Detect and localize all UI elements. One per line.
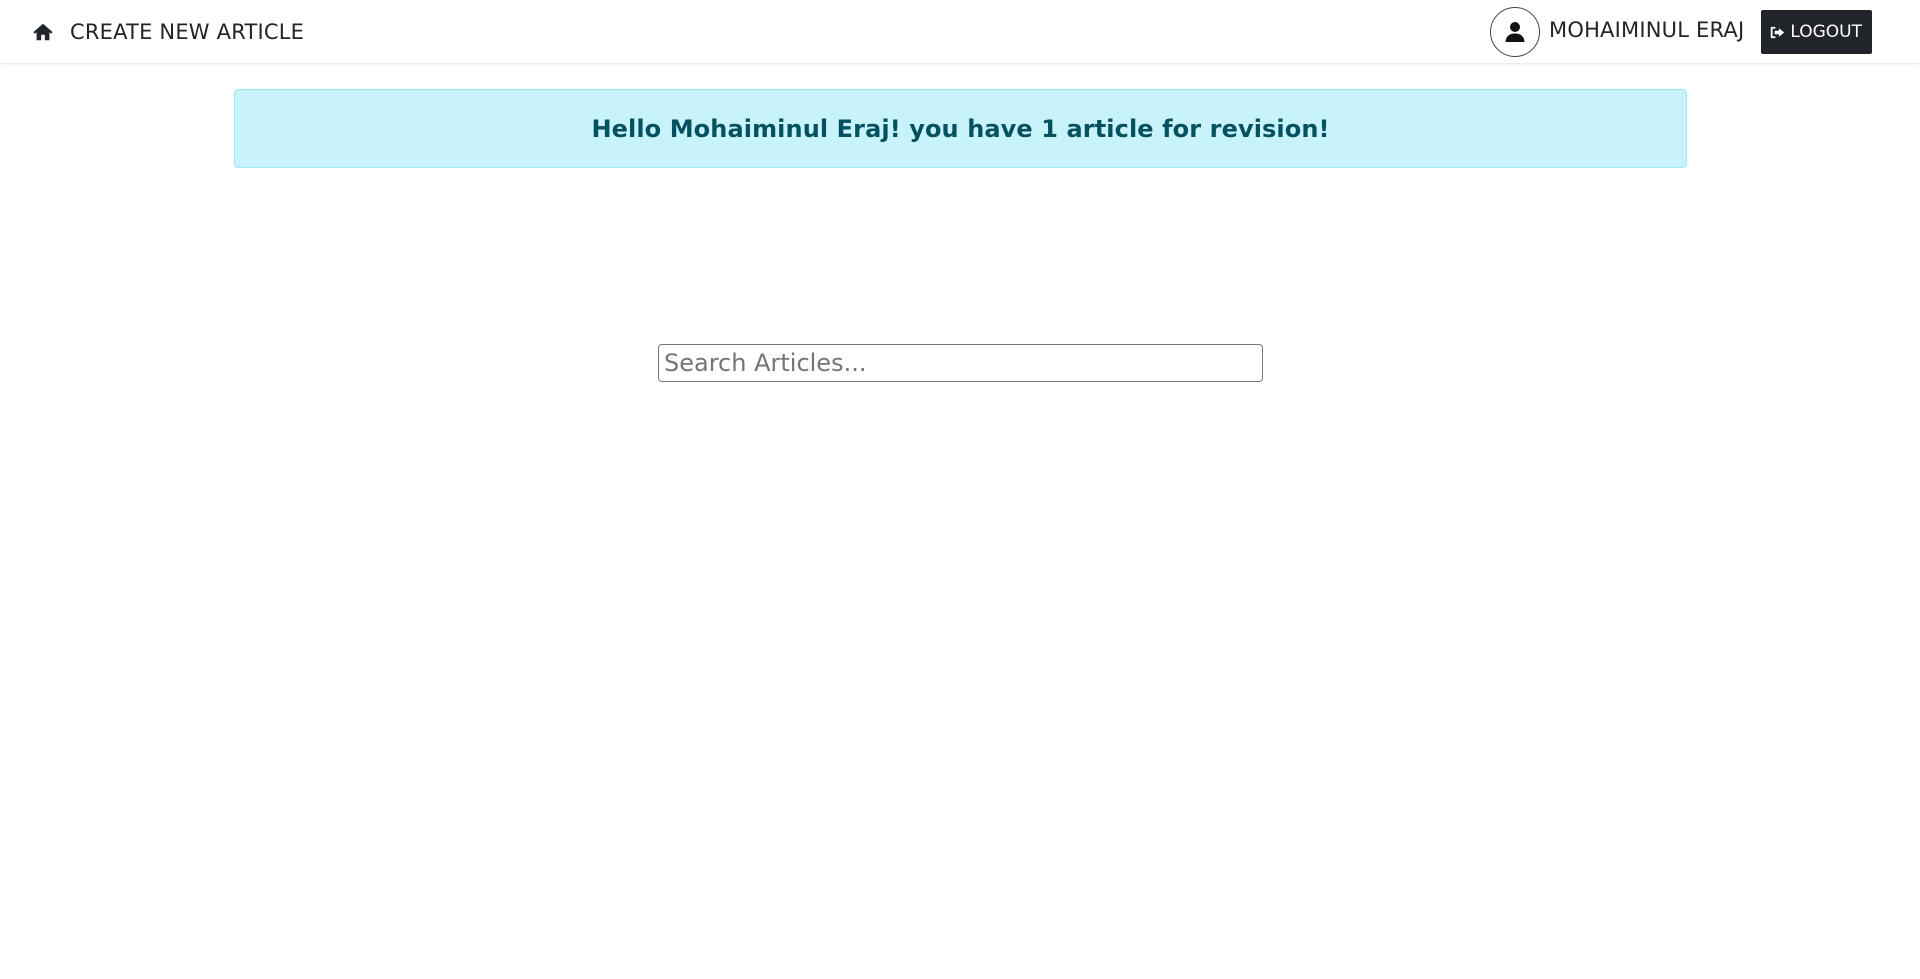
avatar[interactable]	[1490, 7, 1541, 57]
search-articles-input[interactable]	[658, 344, 1263, 382]
revision-alert: Hello Mohaiminul Eraj! you have 1 articl…	[234, 89, 1687, 168]
user-icon	[1505, 22, 1525, 42]
home-icon[interactable]	[32, 21, 54, 43]
sign-out-icon	[1769, 24, 1786, 41]
top-navbar: CREATE NEW ARTICLE MOHAIMINUL ERAJ LOGOU…	[0, 0, 1920, 64]
create-new-article-link[interactable]: CREATE NEW ARTICLE	[70, 20, 304, 44]
nav-left-group: CREATE NEW ARTICLE	[32, 17, 304, 47]
logout-label: LOGOUT	[1790, 22, 1862, 42]
username: MOHAIMINUL ERAJ	[1549, 18, 1745, 42]
alert-message: Hello Mohaiminul Eraj! you have 1 articl…	[591, 114, 1330, 143]
nav-right-group: MOHAIMINUL ERAJ LOGOUT	[1490, 7, 1872, 57]
logout-button[interactable]: LOGOUT	[1761, 10, 1872, 54]
